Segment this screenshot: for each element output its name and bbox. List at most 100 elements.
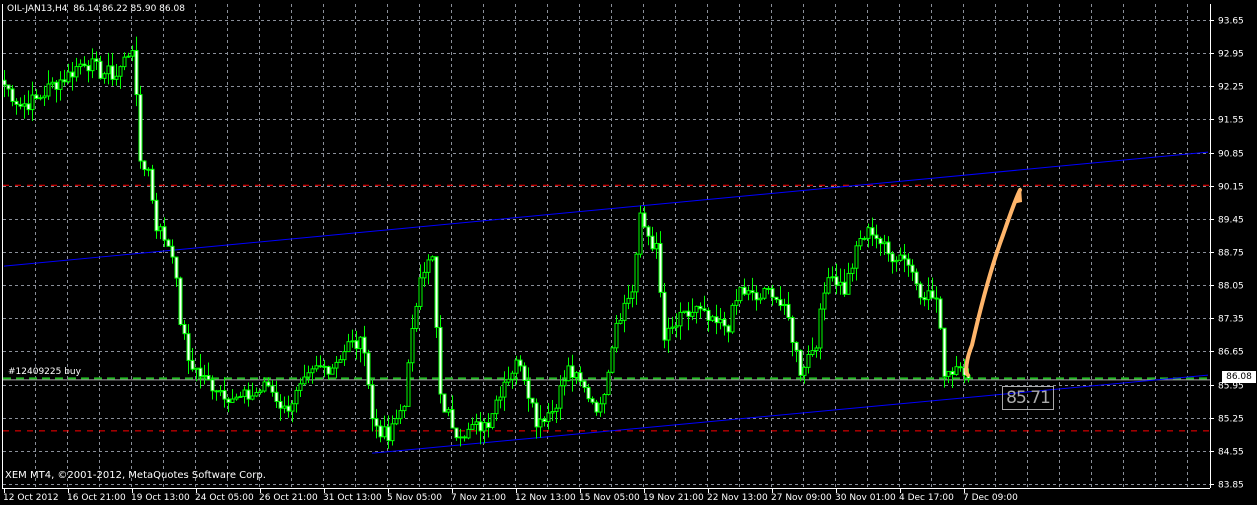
candle-body <box>154 199 159 232</box>
candle-body <box>794 341 799 351</box>
candle-body <box>390 423 395 442</box>
candle-body <box>850 267 855 274</box>
candle-body <box>178 277 183 325</box>
candle-body <box>222 390 227 400</box>
price-tick-label: 90.85 <box>1218 150 1244 160</box>
candle-body <box>522 365 527 382</box>
candle-body <box>38 97 43 100</box>
candle-body <box>678 311 683 327</box>
drawn-arrow[interactable] <box>964 188 1022 377</box>
candle-body <box>686 310 691 317</box>
candle-body <box>402 405 407 412</box>
candle-body <box>894 259 899 263</box>
candle-body <box>66 71 71 83</box>
candle-body <box>46 83 51 97</box>
time-tick-label: 27 Nov 09:00 <box>771 493 832 503</box>
candle-body <box>954 366 959 375</box>
candle-body <box>458 436 463 439</box>
order-label: #12409225 buy <box>8 367 81 377</box>
candle-body <box>838 281 843 286</box>
candle-body <box>770 288 775 298</box>
candle-body <box>218 390 223 393</box>
candle-body <box>806 353 811 368</box>
candle-body <box>518 359 523 367</box>
candle-body <box>442 393 447 413</box>
candle-body <box>162 226 167 241</box>
candle-body <box>234 396 239 400</box>
candle-body <box>62 79 67 83</box>
time-tick-label: 12 Oct 2012 <box>3 493 59 503</box>
candle-body <box>554 407 559 413</box>
price-tick-label: 87.35 <box>1218 315 1244 325</box>
candle-body <box>582 380 587 388</box>
chart-info: OIL-JAN13,H4 86.14 86.22 85.90 86.08 <box>7 4 185 14</box>
candle-body <box>526 380 531 399</box>
candle-body <box>250 395 255 400</box>
candle-body <box>634 253 639 293</box>
candle-body <box>270 385 275 393</box>
candle-body <box>130 50 135 57</box>
candle-body <box>798 349 803 376</box>
candle-body <box>542 418 547 423</box>
candle-body <box>138 94 143 162</box>
candle-body <box>418 277 423 307</box>
time-axis: 12 Oct 2012 16 Oct 21:00 19 Oct 13:00 24 Oc… <box>3 488 1018 503</box>
candle-body <box>830 276 835 279</box>
candle-body <box>18 103 23 107</box>
candle-body <box>734 300 739 306</box>
candle-body <box>410 328 415 364</box>
price-tick-label: 93.65 <box>1218 17 1244 27</box>
candle-body <box>290 403 295 412</box>
candle-body <box>702 308 707 311</box>
candle-body <box>266 381 271 387</box>
candle-body <box>398 410 403 420</box>
candle-body <box>578 372 583 382</box>
candle-body <box>914 271 919 285</box>
candle-body <box>482 422 487 432</box>
time-tick-label: 31 Oct 13:00 <box>323 493 382 503</box>
candle-body <box>254 392 259 397</box>
candle-body <box>786 303 791 319</box>
candle-body <box>782 303 787 307</box>
candle-body <box>422 271 427 279</box>
candle-body <box>214 390 219 393</box>
candle-body <box>750 290 755 294</box>
time-tick-label: 15 Nov 05:00 <box>579 493 640 503</box>
candle-body <box>886 241 891 255</box>
candle-body <box>558 385 563 409</box>
candle-body <box>862 237 867 240</box>
candle-body <box>78 63 83 68</box>
candle-body <box>854 245 859 269</box>
candle-body <box>170 245 175 258</box>
candle-body <box>834 276 839 286</box>
candle-body <box>158 226 163 232</box>
candle-body <box>638 212 643 255</box>
candle-body <box>230 398 235 403</box>
candle-body <box>538 418 543 428</box>
candle-body <box>50 81 55 85</box>
candle-body <box>294 389 299 405</box>
candles <box>2 36 971 449</box>
candle-body <box>646 226 651 237</box>
candle-body <box>642 212 647 228</box>
time-tick-label: 7 Dec 09:00 <box>963 493 1018 503</box>
candle-body <box>846 272 851 295</box>
candle-body <box>278 400 283 409</box>
candle-body <box>346 341 351 353</box>
candle-body <box>2 79 7 86</box>
candle-body <box>882 241 887 245</box>
candle-body <box>366 352 371 386</box>
candle-body <box>474 421 479 426</box>
candle-body <box>630 291 635 299</box>
candle-body <box>722 318 727 327</box>
candle-body <box>946 370 951 377</box>
candle-body <box>362 336 367 354</box>
candle-body <box>382 426 387 438</box>
candle-body <box>446 409 451 413</box>
candle-body <box>434 256 439 328</box>
candle-body <box>926 290 931 301</box>
candle-body <box>334 361 339 369</box>
candle-body <box>530 397 535 404</box>
price-chart[interactable]: 93.65 92.95 92.25 91.55 90.85 90.15 89.45 88.75… <box>0 0 1257 505</box>
candle-body <box>14 100 19 105</box>
